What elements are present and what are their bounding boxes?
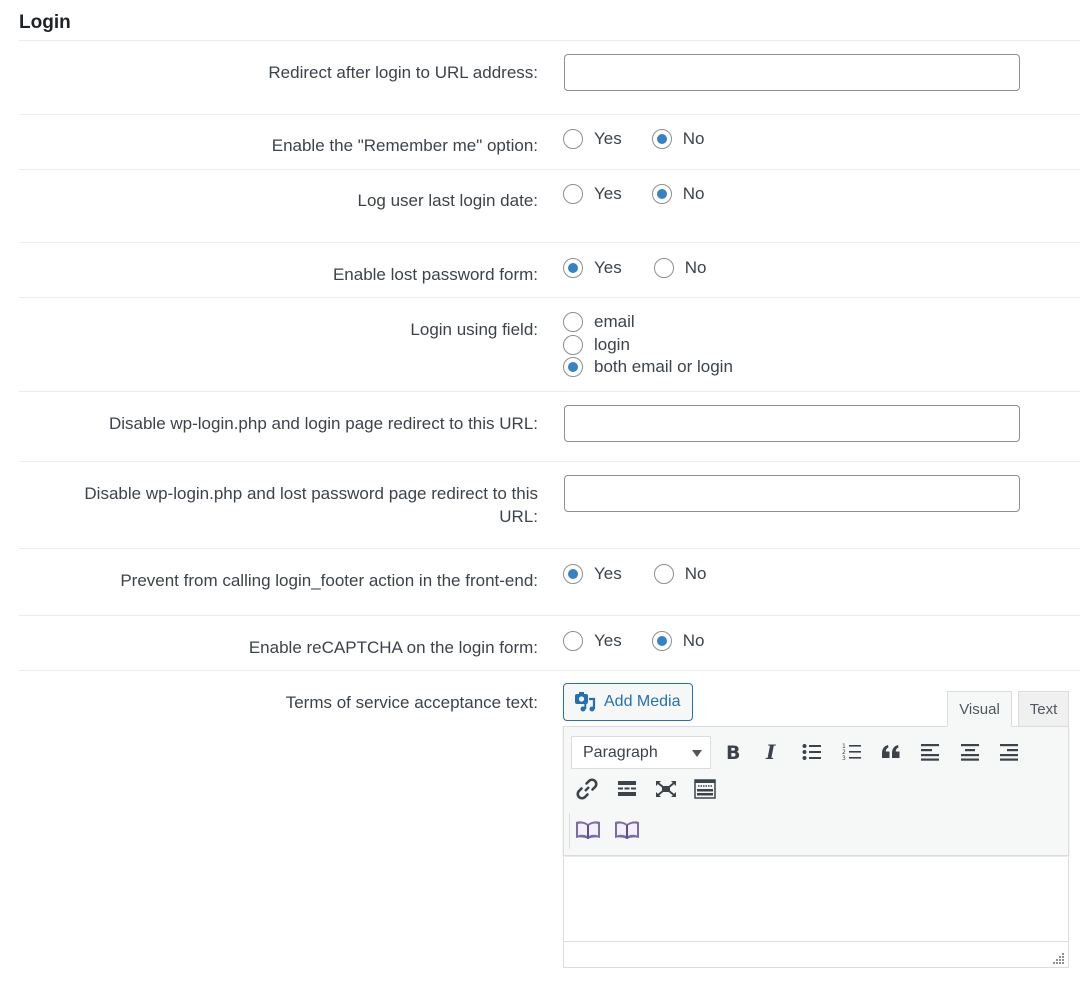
redirect-after-login-label: Redirect after login to URL address: <box>268 63 538 82</box>
row-log-last-login: Log user last login date: <box>19 169 1080 242</box>
link-button[interactable] <box>573 775 601 803</box>
radio-button-checked[interactable] <box>563 357 583 378</box>
align-center-icon <box>961 744 979 761</box>
align-left-icon <box>921 744 939 761</box>
remember-me-yes[interactable]: Yes <box>563 129 622 149</box>
tab-visual[interactable]: Visual <box>947 691 1012 727</box>
disable-lost-password-redirect-input[interactable] <box>564 475 1020 512</box>
radio-button-checked[interactable] <box>651 184 672 204</box>
lost-password-form-no[interactable]: No <box>653 258 706 278</box>
resize-handle-icon[interactable] <box>1053 952 1065 964</box>
login-using-field-radio-group: email login both email or login <box>563 311 733 379</box>
log-last-login-no[interactable]: No <box>651 184 704 204</box>
bullet-list-icon <box>802 744 821 760</box>
radio-button-checked[interactable] <box>651 631 672 651</box>
bold-icon: B <box>726 742 740 762</box>
recaptcha-login-radio-group: Yes No <box>563 631 734 651</box>
read-more-button[interactable] <box>613 775 641 803</box>
book-icon <box>615 821 639 839</box>
svg-text:I: I <box>765 742 776 762</box>
align-right-icon <box>1000 744 1018 761</box>
blockquote-icon <box>882 745 900 758</box>
tab-text[interactable]: Text <box>1018 691 1069 727</box>
fullscreen-icon <box>656 781 676 797</box>
login-using-field-label: Login using field: <box>410 320 538 339</box>
radio-button[interactable] <box>653 258 674 278</box>
italic-button[interactable]: I <box>758 738 786 766</box>
editor-content-area[interactable] <box>563 857 1069 942</box>
editor-toolbar: Paragraph B I 1 2 3 <box>563 726 1069 856</box>
radio-button[interactable] <box>563 312 583 333</box>
bold-button[interactable]: B <box>719 738 747 766</box>
radio-button[interactable] <box>563 334 583 355</box>
prevent-login-footer-no[interactable]: No <box>653 564 706 584</box>
blockquote-button[interactable] <box>877 738 905 766</box>
radio-button[interactable] <box>563 631 583 651</box>
recaptcha-login-yes[interactable]: Yes <box>563 631 622 651</box>
format-select-value: Paragraph <box>583 743 658 761</box>
terms-of-service-label: Terms of service acceptance text: <box>285 693 538 712</box>
media-icon <box>575 692 596 712</box>
book-icon <box>576 821 600 839</box>
align-left-button[interactable] <box>916 738 944 766</box>
login-using-login[interactable]: login <box>563 334 733 357</box>
row-recaptcha-login: Enable reCAPTCHA on the login form: <box>19 615 1080 671</box>
svg-text:3: 3 <box>842 755 846 761</box>
bullet-list-button[interactable] <box>798 738 826 766</box>
radio-button[interactable] <box>563 129 583 149</box>
row-login-using-field: Login using field: <box>19 297 1080 391</box>
align-right-button[interactable] <box>995 738 1023 766</box>
disable-lost-password-redirect-label: Disable wp-login.php and lost password p… <box>84 484 538 526</box>
radio-button-checked[interactable] <box>563 564 583 584</box>
radio-button[interactable] <box>653 564 674 584</box>
book-button-2[interactable] <box>613 816 641 844</box>
align-center-button[interactable] <box>956 738 984 766</box>
italic-icon: I <box>765 742 776 762</box>
row-remember-me: Enable the "Remember me" option: <box>19 114 1080 170</box>
disable-wp-login-redirect-input[interactable] <box>564 405 1020 442</box>
numbered-list-button[interactable]: 1 2 3 <box>838 738 866 766</box>
format-select[interactable]: Paragraph <box>571 736 711 769</box>
disable-wp-login-redirect-label: Disable wp-login.php and login page redi… <box>108 414 538 433</box>
link-icon <box>576 778 598 800</box>
remember-me-no[interactable]: No <box>651 129 704 149</box>
row-prevent-login-footer: Prevent from calling login_footer action… <box>19 548 1080 615</box>
book-button-1[interactable] <box>574 816 602 844</box>
prevent-login-footer-label: Prevent from calling login_footer action… <box>120 571 538 590</box>
log-last-login-label: Log user last login date: <box>357 191 538 210</box>
toolbar-toggle-icon <box>694 779 716 799</box>
toolbar-toggle-button[interactable] <box>691 775 719 803</box>
add-media-label: Add Media <box>604 693 681 710</box>
numbered-list-icon: 1 2 3 <box>842 743 861 761</box>
row-lost-password-form: Enable lost password form: <box>19 242 1080 297</box>
add-media-button[interactable]: Add Media <box>563 683 693 721</box>
remember-me-radio-group: Yes No <box>563 129 734 149</box>
redirect-after-login-input[interactable] <box>564 54 1020 91</box>
log-last-login-radio-group: Yes No <box>563 184 734 204</box>
login-using-email[interactable]: email <box>563 311 733 334</box>
remember-me-label: Enable the "Remember me" option: <box>271 136 538 155</box>
log-last-login-yes[interactable]: Yes <box>563 184 622 204</box>
svg-text:B: B <box>726 742 740 762</box>
prevent-login-footer-yes[interactable]: Yes <box>563 564 622 584</box>
recaptcha-login-no[interactable]: No <box>651 631 704 651</box>
read-more-icon <box>618 781 636 796</box>
radio-button-checked[interactable] <box>651 129 672 149</box>
editor-status-bar <box>563 941 1069 968</box>
toolbar-separator <box>569 813 570 849</box>
lost-password-form-radio-group: Yes No <box>563 258 736 278</box>
recaptcha-login-label: Enable reCAPTCHA on the login form: <box>248 638 538 657</box>
chevron-down-icon <box>692 750 702 757</box>
lost-password-form-yes[interactable]: Yes <box>563 258 622 278</box>
login-using-both[interactable]: both email or login <box>563 356 733 379</box>
lost-password-form-label: Enable lost password form: <box>332 265 538 284</box>
section-title: Login <box>19 12 71 33</box>
prevent-login-footer-radio-group: Yes No <box>563 564 736 584</box>
fullscreen-button[interactable] <box>652 775 680 803</box>
radio-button-checked[interactable] <box>563 258 583 278</box>
radio-button[interactable] <box>563 184 583 204</box>
